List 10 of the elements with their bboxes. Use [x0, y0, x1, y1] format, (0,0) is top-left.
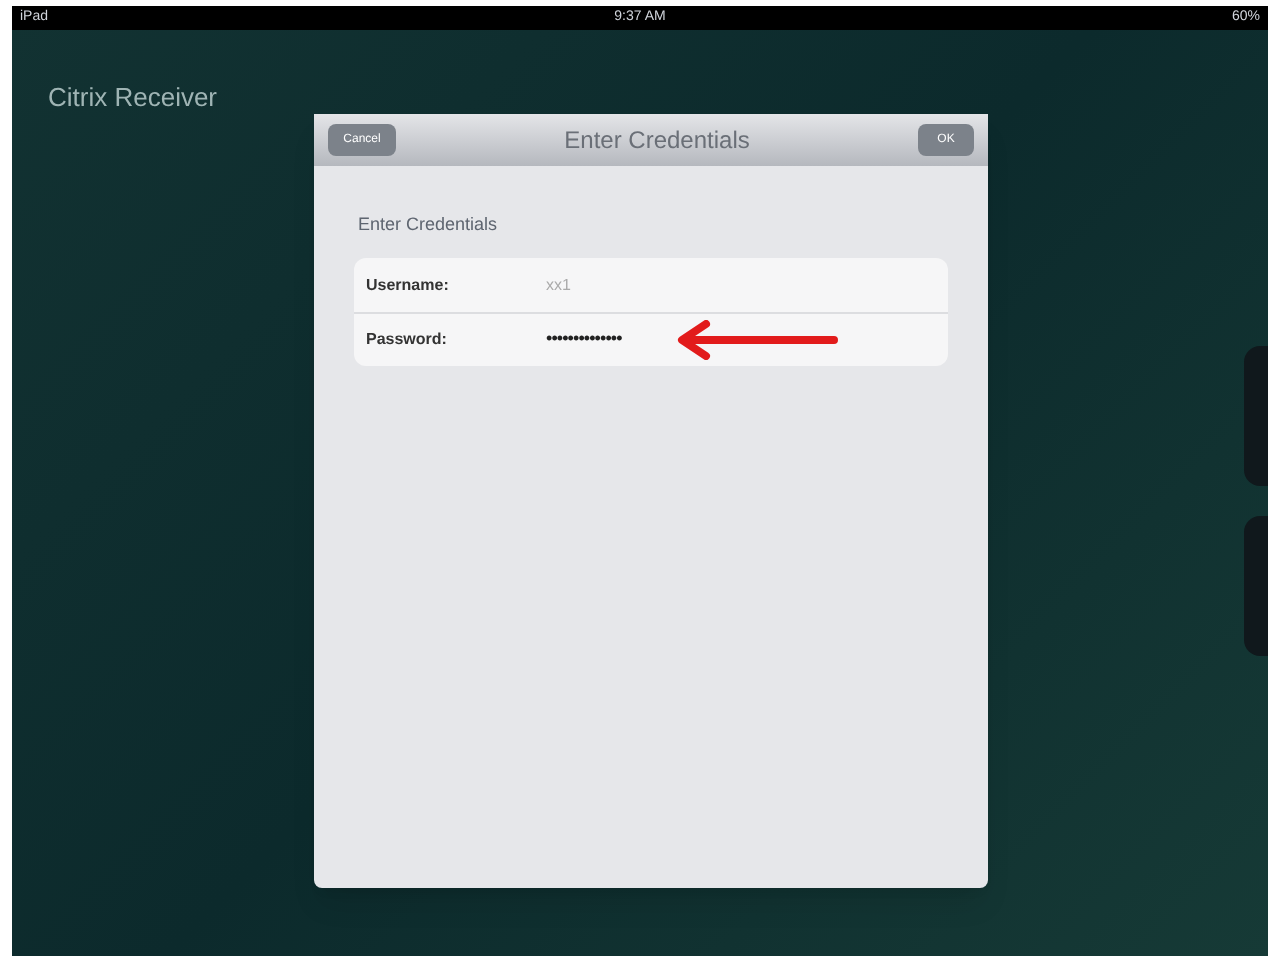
input-field[interactable]: •••••••••••••• — [546, 326, 622, 354]
section-label: Enter Credentials — [358, 214, 498, 234]
field-label: Password: — [366, 328, 449, 352]
side-tab[interactable] — [1244, 516, 1268, 656]
dialog-title: Enter Credentials — [564, 124, 750, 158]
side-tab[interactable] — [1244, 346, 1268, 486]
input-field[interactable]: xx1 — [546, 273, 571, 297]
arrow-icon — [673, 320, 838, 360]
app-title: Citrix Receiver — [48, 82, 218, 112]
field-label: Username: — [366, 273, 451, 297]
